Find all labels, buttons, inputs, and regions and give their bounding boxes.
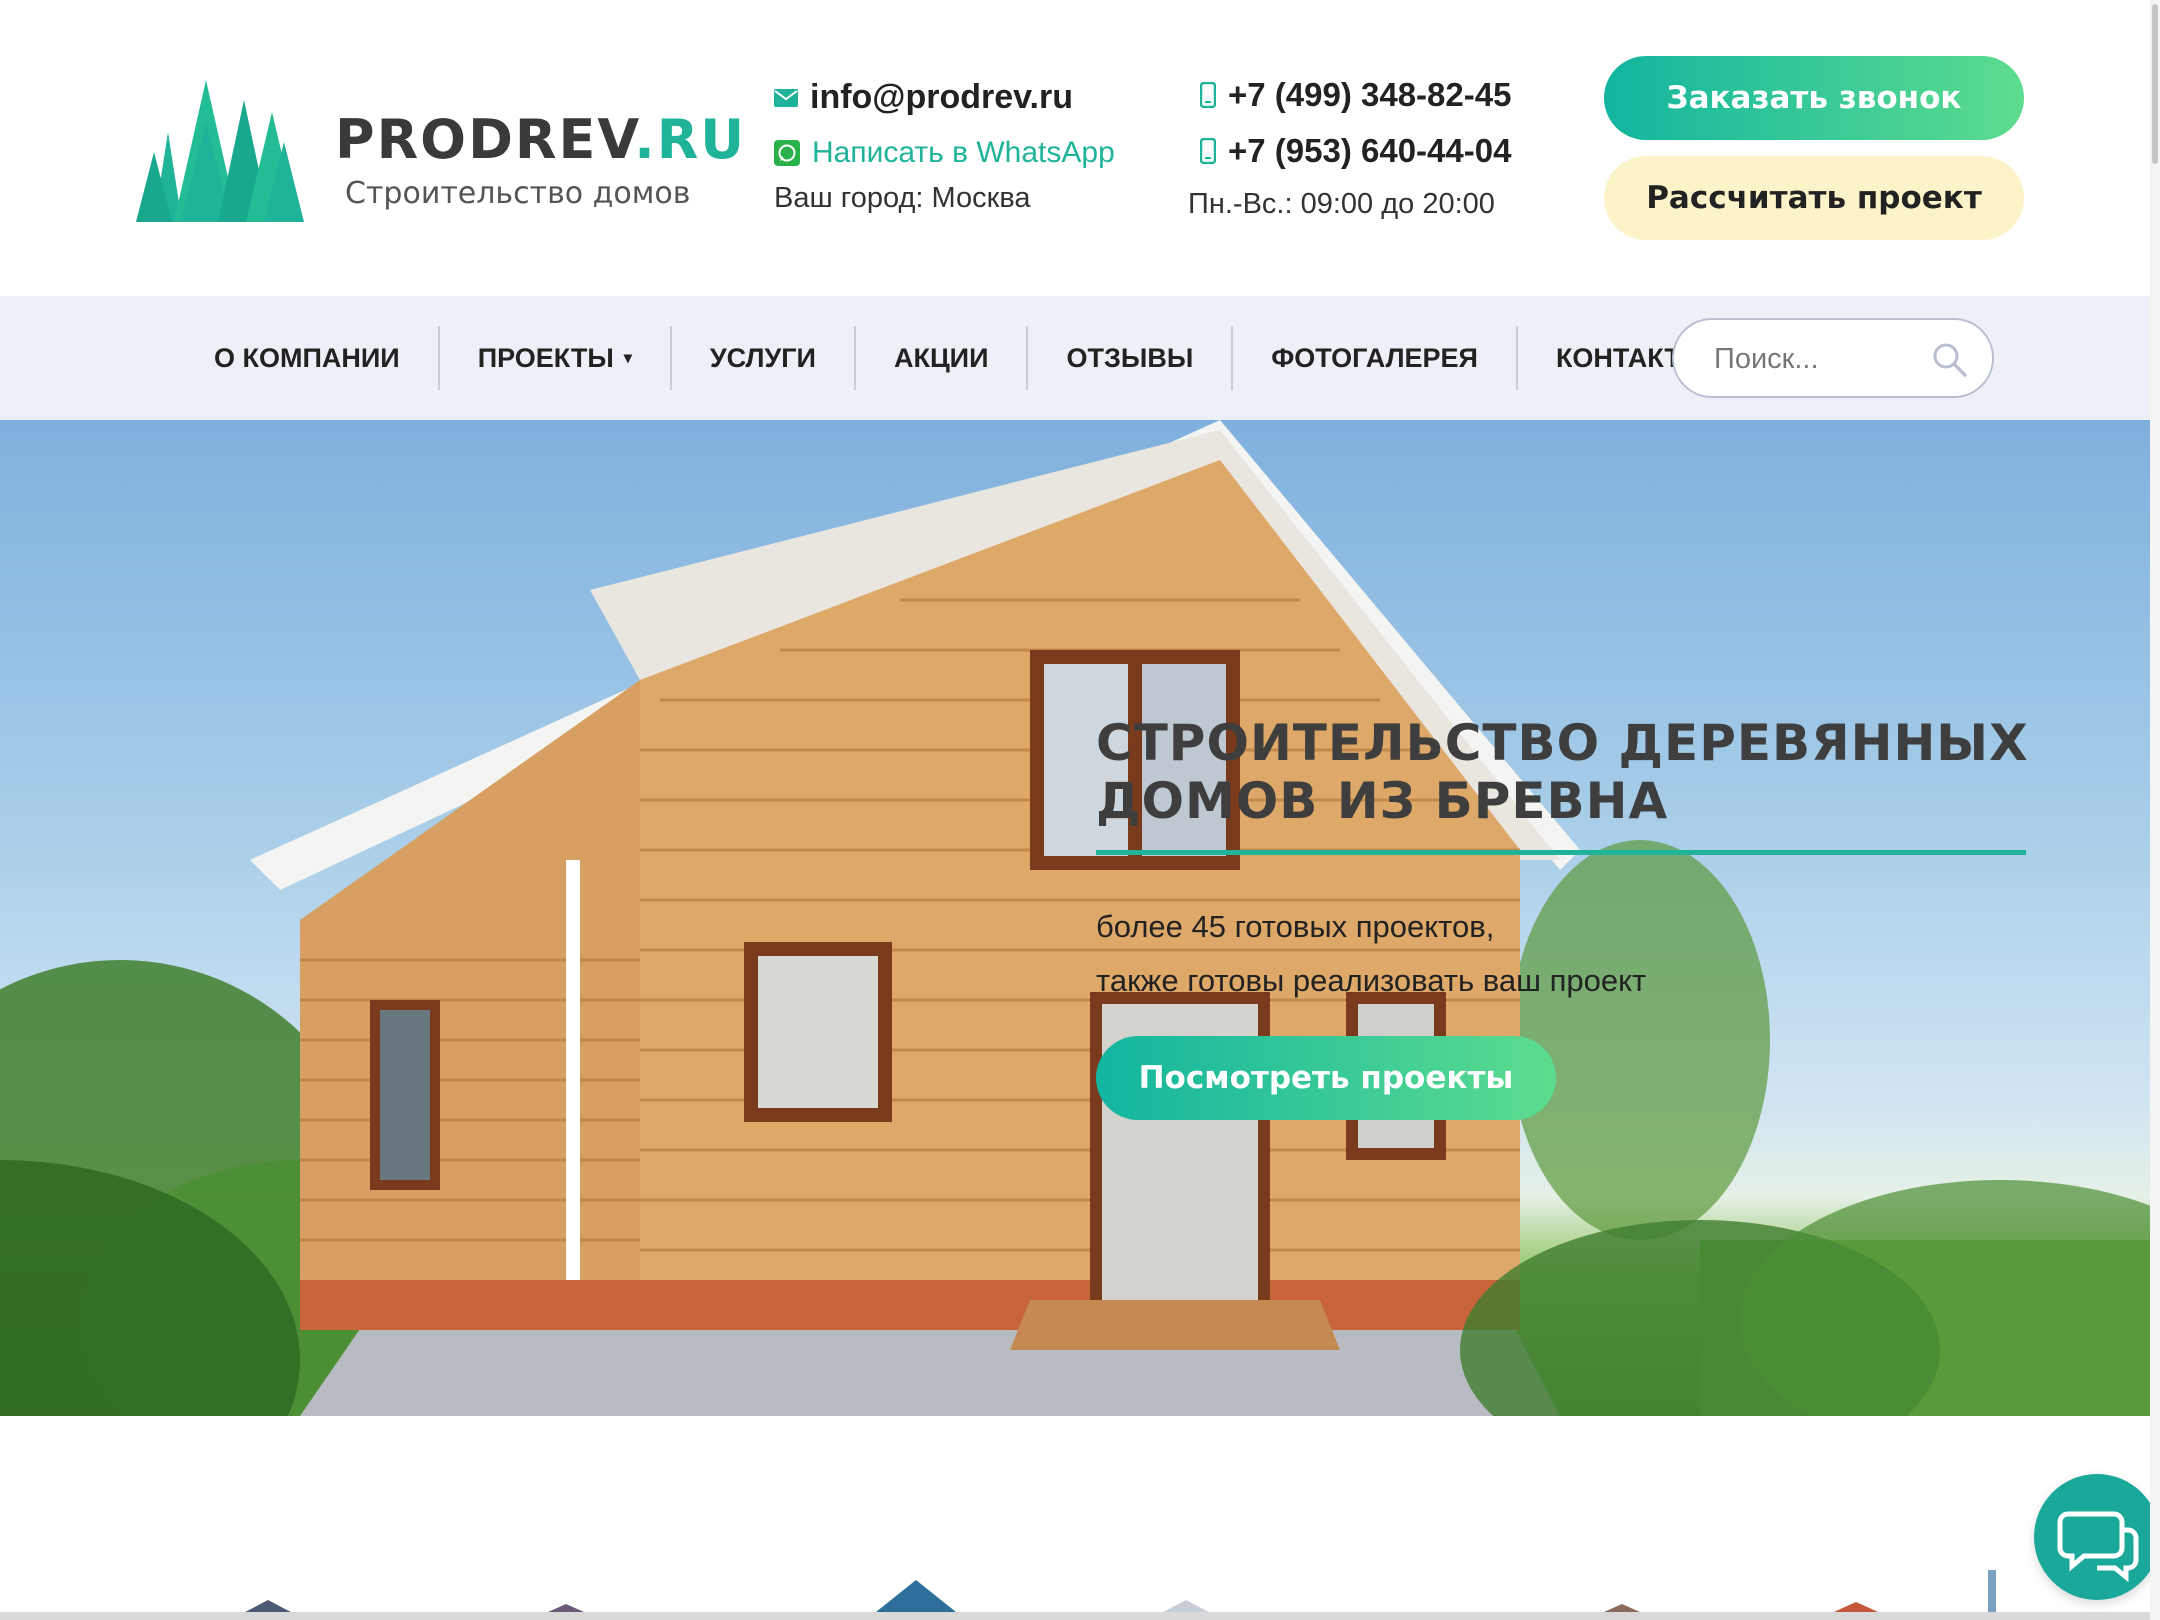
hero-banner: СТРОИТЕЛЬСТВО ДЕРЕВЯННЫХ ДОМОВ ИЗ БРЕВНА… — [0, 420, 2160, 1416]
site-logo[interactable]: PRODREV.RU Строительство домов — [134, 72, 744, 232]
search-icon[interactable] — [1930, 340, 1970, 380]
hero-text-line-2: также готовы реализовать ваш проект — [1096, 963, 1647, 998]
phone-text-2: +7 (953) 640-44-04 — [1228, 132, 1512, 169]
order-call-button[interactable]: Заказать звонок — [1604, 56, 2024, 140]
scrollbar-thumb[interactable] — [2152, 4, 2158, 164]
search-box — [1672, 318, 1994, 398]
working-hours: Пн.-Вс.: 09:00 до 20:00 — [1188, 188, 1495, 220]
email-text: info@prodrev.ru — [810, 78, 1073, 116]
log-house-image — [0, 420, 2160, 1416]
mobile-phone-icon — [1200, 82, 1216, 108]
main-nav: О КОМПАНИИ ПРОЕКТЫ ▾ УСЛУГИ АКЦИИ ОТЗЫВЫ … — [0, 296, 2160, 420]
nav-item-promotions[interactable]: АКЦИИ — [856, 326, 1029, 390]
chat-bubbles-icon — [2057, 1511, 2139, 1583]
email-link[interactable]: info@prodrev.ru — [774, 78, 1073, 117]
nav-item-photo-gallery[interactable]: ФОТОГАЛЕРЕЯ — [1233, 326, 1518, 390]
forest-logo-icon — [136, 80, 304, 222]
hero-title: СТРОИТЕЛЬСТВО ДЕРЕВЯННЫХ ДОМОВ ИЗ БРЕВНА — [1096, 714, 2029, 830]
city-selector[interactable]: Ваш город: Москва — [774, 182, 1031, 215]
caret-down-icon: ▾ — [623, 350, 632, 367]
hero-divider — [1096, 850, 2026, 855]
whatsapp-link[interactable]: Написать в WhatsApp — [774, 136, 1115, 170]
divider-strip — [0, 1612, 2160, 1620]
phone-link-1[interactable]: +7 (499) 348-82-45 — [1200, 76, 1511, 114]
logo-title: PRODREV.RU — [335, 108, 747, 171]
nav-item-reviews[interactable]: ОТЗЫВЫ — [1028, 326, 1234, 390]
nav-item-about[interactable]: О КОМПАНИИ — [176, 326, 440, 390]
hero-description: более 45 готовых проектов, также готовы … — [1096, 900, 1646, 1008]
page-scrollbar[interactable] — [2150, 0, 2160, 1620]
projects-preview-section — [0, 1416, 2160, 1620]
site-header: PRODREV.RU Строительство домов info@prod… — [0, 0, 2160, 296]
hero-text-line-1: более 45 готовых проектов, — [1096, 909, 1495, 944]
calculate-project-button[interactable]: Рассчитать проект — [1604, 156, 2024, 240]
phone-link-2[interactable]: +7 (953) 640-44-04 — [1200, 132, 1511, 170]
phone-text-1: +7 (499) 348-82-45 — [1228, 76, 1512, 113]
whatsapp-text: Написать в WhatsApp — [812, 136, 1115, 169]
view-projects-button[interactable]: Посмотреть проекты — [1096, 1036, 1556, 1120]
logo-tagline: Строительство домов — [345, 176, 691, 211]
nav-item-services[interactable]: УСЛУГИ — [672, 326, 856, 390]
search-input[interactable] — [1714, 338, 1924, 380]
mobile-phone-icon — [1200, 138, 1216, 164]
chat-widget-button[interactable] — [2034, 1474, 2160, 1600]
nav-menu: О КОМПАНИИ ПРОЕКТЫ ▾ УСЛУГИ АКЦИИ ОТЗЫВЫ … — [176, 326, 1745, 390]
whatsapp-icon — [774, 140, 800, 166]
envelope-icon — [774, 88, 798, 107]
house-thumbnails-strip — [230, 1570, 1996, 1620]
nav-item-projects[interactable]: ПРОЕКТЫ ▾ — [440, 326, 672, 390]
